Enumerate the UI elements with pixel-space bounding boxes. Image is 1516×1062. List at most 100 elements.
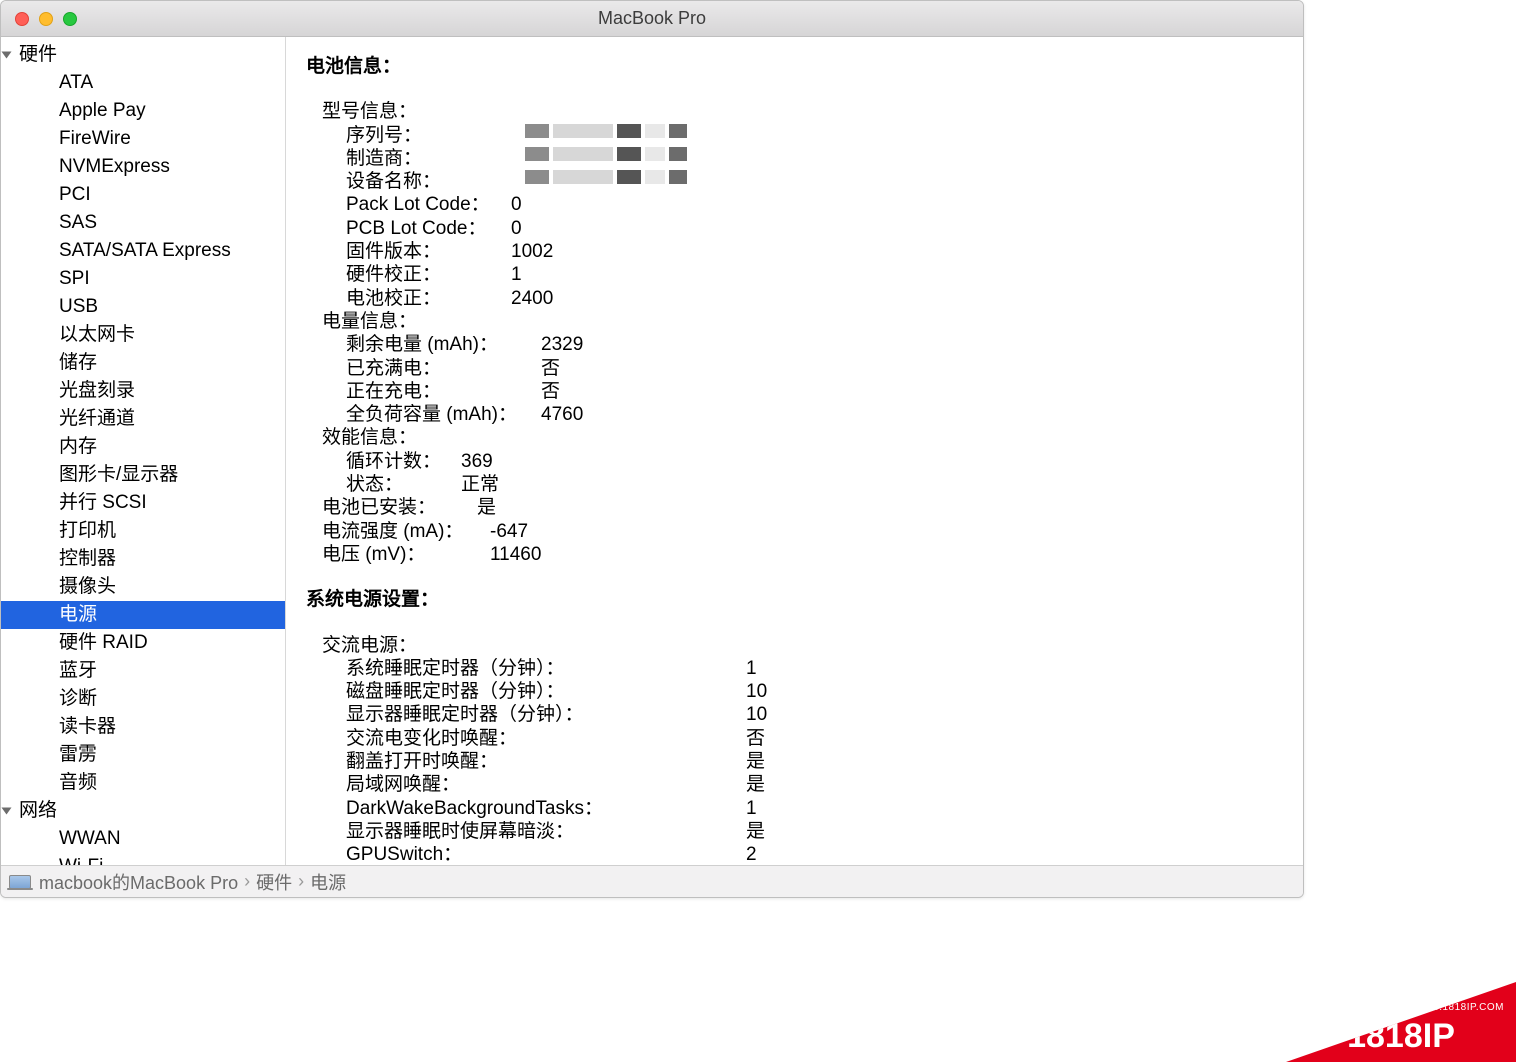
sidebar-item[interactable]: 光盘刻录 xyxy=(1,377,285,405)
sidebar-item[interactable]: 内存 xyxy=(1,433,285,461)
info-row: 正在充电：否 xyxy=(306,380,1293,403)
sidebar-item[interactable]: FireWire xyxy=(1,125,285,153)
value: 2400 xyxy=(511,287,553,310)
value: 否 xyxy=(541,357,560,380)
sidebar-item[interactable]: 诊断 xyxy=(1,685,285,713)
sidebar-item[interactable]: 读卡器 xyxy=(1,713,285,741)
content-pane[interactable]: 电池信息： 型号信息： 序列号：制造商：设备名称：Pack Lot Code：0… xyxy=(286,37,1303,865)
value: 10 xyxy=(746,680,767,703)
value: 否 xyxy=(541,380,560,403)
system-information-window: MacBook Pro 硬件 ATAApple PayFireWireNVMEx… xyxy=(0,0,1304,898)
value: 是 xyxy=(746,750,765,773)
label: 正在充电： xyxy=(346,380,541,403)
label: PCB Lot Code： xyxy=(346,217,511,240)
info-row: 翻盖打开时唤醒：是 xyxy=(306,750,1293,773)
label: Pack Lot Code： xyxy=(346,193,511,216)
info-row: 全负荷容量 (mAh)：4760 xyxy=(306,403,1293,426)
sidebar-item[interactable]: Apple Pay xyxy=(1,97,285,125)
value: 是 xyxy=(746,773,765,796)
value: 0 xyxy=(511,217,522,240)
info-row: 硬件校正：1 xyxy=(306,263,1293,286)
sidebar-item[interactable]: 并行 SCSI xyxy=(1,489,285,517)
statusbar: macbook的MacBook Pro › 硬件 › 电源 xyxy=(1,865,1303,897)
label: 系统睡眠定时器（分钟）： xyxy=(346,657,746,680)
value: 1 xyxy=(746,657,757,680)
sidebar-item[interactable]: WWAN xyxy=(1,825,285,853)
info-row: 显示器睡眠定时器（分钟）：10 xyxy=(306,703,1293,726)
info-row: 设备名称： xyxy=(306,170,1293,193)
sidebar-item[interactable]: 雷雳 xyxy=(1,741,285,769)
label: 循环计数： xyxy=(346,450,461,473)
value xyxy=(511,147,687,170)
sidebar-item[interactable]: NVMExpress xyxy=(1,153,285,181)
watermark: WWW.1818IP.COM 1818IP xyxy=(1286,982,1516,1062)
info-row: 局域网唤醒：是 xyxy=(306,773,1293,796)
label: 硬件校正： xyxy=(346,263,511,286)
sidebar-item[interactable]: 以太网卡 xyxy=(1,321,285,349)
label: 翻盖打开时唤醒： xyxy=(346,750,746,773)
sidebar-item[interactable]: 光纤通道 xyxy=(1,405,285,433)
sidebar-item[interactable]: PCI xyxy=(1,181,285,209)
value: 正常 xyxy=(461,473,499,496)
info-row: Pack Lot Code：0 xyxy=(306,193,1293,216)
info-row: 剩余电量 (mAh)：2329 xyxy=(306,333,1293,356)
value: 2329 xyxy=(541,333,583,356)
sidebar-item[interactable]: 电源 xyxy=(1,601,285,629)
info-row: 已充满电：否 xyxy=(306,357,1293,380)
sidebar-item[interactable]: 音频 xyxy=(1,769,285,797)
sidebar-item[interactable]: 储存 xyxy=(1,349,285,377)
watermark-url: WWW.1818IP.COM xyxy=(1410,1002,1504,1013)
sidebar[interactable]: 硬件 ATAApple PayFireWireNVMExpressPCISASS… xyxy=(1,37,286,865)
info-row: 电池校正：2400 xyxy=(306,287,1293,310)
sidebar-item[interactable]: Wi-Fi xyxy=(1,853,285,865)
info-row: 状态：正常 xyxy=(306,473,1293,496)
watermark-text: 1818IP xyxy=(1347,1017,1455,1056)
info-row: 制造商： xyxy=(306,147,1293,170)
breadcrumb-1[interactable]: macbook的MacBook Pro xyxy=(39,869,238,895)
value: 4760 xyxy=(541,403,583,426)
sidebar-item[interactable]: SAS xyxy=(1,209,285,237)
sidebar-item[interactable]: ATA xyxy=(1,69,285,97)
sidebar-item[interactable]: SPI xyxy=(1,265,285,293)
value xyxy=(511,170,687,193)
sidebar-item[interactable]: 硬件 RAID xyxy=(1,629,285,657)
info-row: 序列号： xyxy=(306,124,1293,147)
maximize-button[interactable] xyxy=(63,12,77,26)
sidebar-item[interactable]: USB xyxy=(1,293,285,321)
label: 已充满电： xyxy=(346,357,541,380)
row-battery-installed: 电池已安装： 是 xyxy=(306,496,1293,519)
value: 1 xyxy=(511,263,522,286)
value: 11460 xyxy=(490,543,541,566)
section-system-power-settings: 系统电源设置： xyxy=(306,588,1293,611)
sidebar-category-network[interactable]: 网络 xyxy=(1,797,285,825)
value: 1002 xyxy=(511,240,553,263)
sidebar-item[interactable]: 打印机 xyxy=(1,517,285,545)
value: -647 xyxy=(490,520,528,543)
minimize-button[interactable] xyxy=(39,12,53,26)
label: 显示器睡眠时使屏幕暗淡： xyxy=(346,820,746,843)
label: 全负荷容量 (mAh)： xyxy=(346,403,541,426)
value: 是 xyxy=(477,496,496,519)
sidebar-item[interactable]: 蓝牙 xyxy=(1,657,285,685)
label: 电压 (mV)： xyxy=(322,543,490,566)
info-row: 交流电变化时唤醒：否 xyxy=(306,727,1293,750)
label: 状态： xyxy=(346,473,461,496)
info-row: 显示器睡眠时使屏幕暗淡：是 xyxy=(306,820,1293,843)
sidebar-item[interactable]: 图形卡/显示器 xyxy=(1,461,285,489)
titlebar[interactable]: MacBook Pro xyxy=(1,1,1303,37)
info-row: GPUSwitch：2 xyxy=(306,843,1293,865)
value: 是 xyxy=(746,820,765,843)
sidebar-item[interactable]: 控制器 xyxy=(1,545,285,573)
sidebar-item[interactable]: SATA/SATA Express xyxy=(1,237,285,265)
close-button[interactable] xyxy=(15,12,29,26)
info-row: 磁盘睡眠定时器（分钟）：10 xyxy=(306,680,1293,703)
info-row: 循环计数：369 xyxy=(306,450,1293,473)
row-voltage: 电压 (mV)： 11460 xyxy=(306,543,1293,566)
breadcrumb-3[interactable]: 电源 xyxy=(310,869,346,895)
traffic-lights xyxy=(1,12,77,26)
chevron-right-icon: › xyxy=(298,871,304,892)
breadcrumb-2[interactable]: 硬件 xyxy=(256,869,292,895)
sidebar-category-hardware[interactable]: 硬件 xyxy=(1,41,285,69)
sidebar-item[interactable]: 摄像头 xyxy=(1,573,285,601)
subsection-charge-info: 电量信息： xyxy=(322,310,1293,333)
